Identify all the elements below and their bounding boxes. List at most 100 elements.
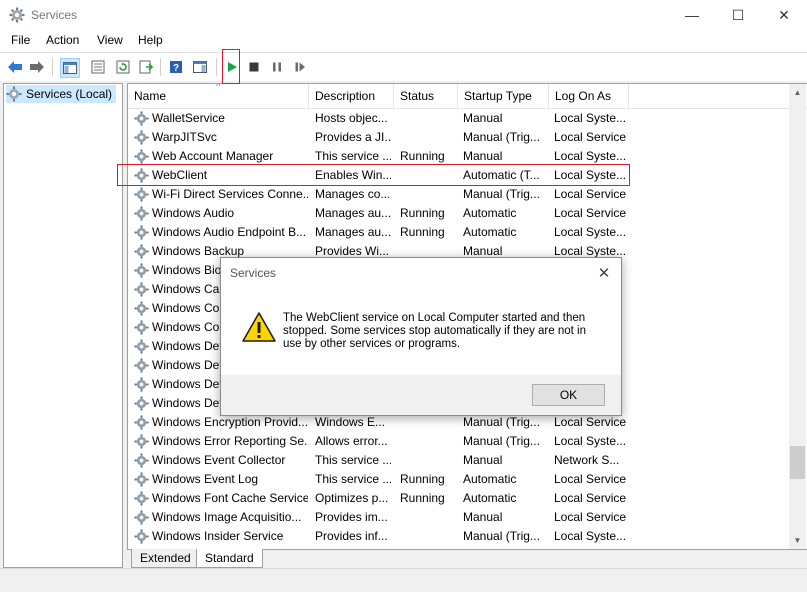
cell-log-on-as: Local Service [554, 510, 627, 524]
resume-service-button[interactable] [291, 58, 309, 76]
tab-standard[interactable]: Standard [196, 549, 263, 568]
cell-name: Wi-Fi Direct Services Conne... [152, 187, 308, 201]
cell-description: Manages co... [315, 187, 391, 201]
service-row[interactable]: Windows Error Reporting Se... Allows erro… [128, 432, 807, 451]
error-dialog: Services ✕ The WebClient service on Loca… [220, 257, 622, 416]
show-hide-console-tree-button[interactable] [60, 58, 80, 78]
stop-service-button[interactable] [245, 58, 263, 76]
service-gear-icon [134, 244, 149, 259]
vertical-scrollbar[interactable]: ▲ ▼ [789, 84, 806, 549]
service-gear-icon [134, 263, 149, 278]
cell-log-on-as: Local Service [554, 472, 627, 486]
cell-startup-type: Manual [463, 149, 503, 163]
cell-status [400, 508, 456, 527]
menu-help[interactable]: Help [138, 33, 163, 47]
service-row[interactable]: Windows Image Acquisitio... Provides im..… [128, 508, 807, 527]
cell-startup-type: Manual (Trig... [463, 187, 540, 201]
resume-icon [295, 62, 305, 72]
cell-description: Provides im... [315, 510, 388, 524]
close-icon: ✕ [597, 265, 611, 282]
column-header-log-on-as[interactable]: Log On As [549, 84, 629, 108]
service-gear-icon [134, 415, 149, 430]
scrollbar-thumb[interactable] [790, 446, 805, 479]
services-gear-icon [6, 86, 22, 102]
close-icon: ✕ [778, 6, 790, 23]
cell-status [400, 432, 456, 451]
scroll-down-arrow-icon[interactable]: ▼ [789, 532, 806, 549]
sort-ascending-icon: ^ [216, 83, 221, 91]
service-row[interactable]: WalletService Hosts objec... Manual Local S… [128, 109, 807, 128]
forward-button[interactable] [28, 58, 46, 76]
cell-name: Windows Audio [152, 206, 235, 220]
service-gear-icon [134, 206, 149, 221]
cell-log-on-as: Local Service [554, 130, 627, 144]
warning-icon [242, 312, 276, 342]
view-tabs: Extended Standard [127, 549, 427, 568]
tab-extended[interactable]: Extended [131, 549, 200, 568]
menu-file[interactable]: File [11, 33, 30, 47]
cell-log-on-as: Local Syste... [554, 434, 627, 448]
ok-button[interactable]: OK [532, 384, 605, 406]
cell-status: Running [400, 225, 445, 239]
column-header-description[interactable]: Description [309, 84, 394, 108]
title-bar: Services — ☐ ✕ [0, 0, 807, 30]
minimize-button[interactable]: — [669, 0, 715, 30]
export-list-button[interactable] [137, 58, 155, 76]
cell-name: Windows Font Cache Service [152, 491, 308, 505]
service-row[interactable]: Wi-Fi Direct Services Conne... Manages co… [128, 185, 807, 204]
menu-action[interactable]: Action [46, 33, 79, 47]
tree-item-services-local[interactable]: Services (Local) [6, 85, 117, 103]
service-gear-icon [134, 301, 149, 316]
service-row[interactable]: WarpJITSvc Provides a JI... Manual (Trig..… [128, 128, 807, 147]
service-row[interactable]: Windows Insider Service Provides inf... Ma… [128, 527, 807, 546]
cell-startup-type: Automatic [463, 206, 517, 220]
service-gear-icon [134, 491, 149, 506]
service-row[interactable]: WebClient Enables Win... Automatic (T... Lo… [128, 166, 807, 185]
scroll-up-arrow-icon[interactable]: ▲ [789, 84, 806, 101]
column-header-startup-type[interactable]: Startup Type [458, 84, 549, 108]
service-row[interactable]: Windows Event Log This service ... Running… [128, 470, 807, 489]
cell-name: Windows Event Collector [152, 453, 286, 467]
dialog-close-button[interactable]: ✕ [593, 262, 615, 284]
maximize-button[interactable]: ☐ [715, 0, 761, 30]
cell-name: Windows Insider Service [152, 529, 284, 543]
service-row[interactable]: Windows Event Collector This service ... M… [128, 451, 807, 470]
service-gear-icon [134, 168, 149, 183]
cell-description: Hosts objec... [315, 111, 388, 125]
service-row[interactable]: Windows Audio Endpoint B... Manages au...… [128, 223, 807, 242]
close-button[interactable]: ✕ [761, 0, 807, 30]
cell-status: Running [400, 206, 445, 220]
service-gear-icon [134, 453, 149, 468]
menu-bar: File Action View Help [0, 30, 807, 52]
stop-icon [249, 62, 259, 72]
play-icon [228, 62, 237, 72]
cell-startup-type: Manual [463, 111, 503, 125]
service-row[interactable]: Windows Font Cache Service Optimizes p...… [128, 489, 807, 508]
cell-status [400, 185, 456, 204]
service-row[interactable]: Windows Audio Manages au... Running Automat… [128, 204, 807, 223]
service-gear-icon [134, 396, 149, 411]
pause-service-button[interactable] [268, 58, 286, 76]
svg-text:?: ? [173, 63, 179, 74]
menu-view[interactable]: View [97, 33, 123, 47]
service-gear-icon [134, 225, 149, 240]
service-gear-icon [134, 339, 149, 354]
help-button[interactable]: ? [167, 58, 185, 76]
service-gear-icon [134, 111, 149, 126]
cell-status [400, 109, 456, 128]
cell-description: This service ... [315, 472, 391, 486]
refresh-button[interactable] [114, 58, 132, 76]
cell-name: WarpJITSvc [152, 130, 217, 144]
cell-description: Provides inf... [315, 529, 388, 543]
column-header-status[interactable]: Status [394, 84, 458, 108]
show-hide-action-pane-button[interactable] [191, 58, 209, 76]
back-button[interactable] [6, 58, 24, 76]
start-service-button[interactable] [223, 58, 241, 76]
cell-name: WebClient [152, 168, 208, 182]
cell-description: Enables Win... [315, 168, 391, 182]
refresh-icon [116, 60, 130, 74]
properties-button[interactable] [89, 58, 107, 76]
minimize-icon: — [685, 7, 699, 23]
cell-log-on-as: Local Syste... [554, 111, 627, 125]
service-row[interactable]: Web Account Manager This service ... Runni… [128, 147, 807, 166]
